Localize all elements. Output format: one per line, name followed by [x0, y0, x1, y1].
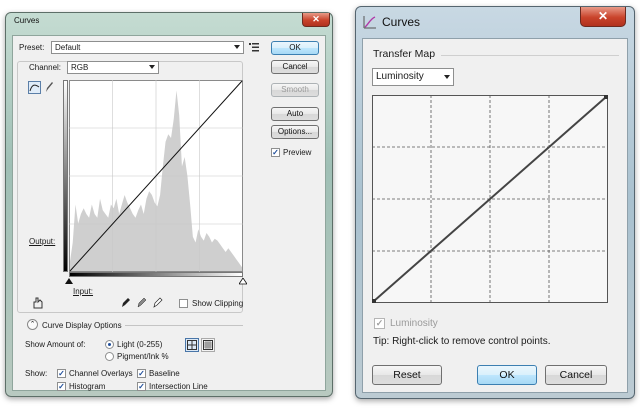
preset-value: Default	[55, 43, 81, 52]
gray-eyedropper-icon[interactable]	[137, 296, 147, 308]
luminosity-checkbox[interactable]: ✓	[374, 318, 385, 329]
detailed-grid-button[interactable]	[201, 338, 215, 352]
pigment-radio[interactable]	[105, 352, 114, 361]
window-title: Curves	[14, 16, 40, 25]
chevron-down-icon	[234, 45, 240, 49]
dialog-client: Transfer Map Luminosity ✓ Luminosity Tip…	[362, 38, 628, 393]
options-button[interactable]: Options...	[271, 125, 319, 139]
luminosity-check-label: Luminosity	[390, 318, 438, 329]
collapse-button[interactable]: ⌃	[27, 319, 38, 330]
curves-app-icon	[363, 16, 376, 29]
pencil-icon[interactable]	[44, 81, 54, 93]
simple-grid-button[interactable]	[185, 338, 199, 352]
chevron-down-icon	[444, 75, 450, 79]
channel-overlays-checkbox[interactable]: ✓	[57, 369, 66, 378]
chevron-down-icon	[149, 65, 155, 69]
light-label: Light (0-255)	[117, 340, 163, 349]
preview-label: Preview	[283, 148, 312, 157]
close-icon: ✕	[312, 14, 320, 24]
white-point-slider[interactable]	[239, 278, 247, 285]
transfer-map-graph[interactable]	[372, 95, 608, 303]
hand-adjust-icon[interactable]	[31, 296, 45, 310]
divider	[125, 325, 243, 326]
intersection-line-checkbox[interactable]: ✓	[137, 382, 146, 391]
channel-overlays-label: Channel Overlays	[69, 369, 133, 378]
histogram-label: Histogram	[69, 382, 106, 391]
cancel-button[interactable]: Cancel	[545, 365, 607, 385]
input-gradient-bar	[69, 272, 243, 277]
intersection-line-label: Intersection Line	[149, 382, 208, 391]
dropdown-value: Luminosity	[376, 71, 424, 82]
check-icon: ✓	[138, 369, 145, 378]
channel-value: RGB	[71, 63, 89, 72]
show-amount-label: Show Amount of:	[25, 340, 86, 349]
luminosity-dropdown[interactable]: Luminosity	[372, 68, 454, 86]
baseline-checkbox[interactable]: ✓	[137, 369, 146, 378]
reset-button[interactable]: Reset	[372, 365, 442, 385]
window-title: Curves	[382, 15, 421, 29]
check-icon: ✓	[375, 318, 384, 328]
preset-select[interactable]: Default	[51, 41, 244, 54]
curve-tool-icon	[29, 84, 40, 92]
white-eyedropper-icon[interactable]	[153, 296, 163, 308]
preset-label: Preset:	[19, 43, 45, 52]
channel-label: Channel:	[29, 63, 62, 72]
close-button[interactable]: ✕	[580, 7, 626, 27]
preset-menu-icon[interactable]	[249, 43, 259, 52]
grid-10-icon	[203, 340, 213, 350]
histogram-checkbox[interactable]: ✓	[57, 382, 66, 391]
output-gradient-bar	[63, 80, 68, 272]
cancel-button[interactable]: Cancel	[271, 60, 319, 74]
light-radio[interactable]	[105, 340, 114, 349]
close-icon: ✕	[597, 9, 609, 23]
show-label: Show:	[25, 369, 48, 378]
control-point-end[interactable]	[604, 95, 608, 99]
check-icon: ✓	[272, 148, 279, 157]
smooth-button[interactable]: Smooth	[271, 83, 319, 97]
transfer-map-label: Transfer Map	[373, 48, 436, 60]
ok-button[interactable]: OK	[477, 365, 537, 385]
dialog-client: Preset: Default Channel: RGB Output: Inp…	[12, 35, 326, 391]
collapse-icon: ⌃	[29, 321, 36, 328]
curves-dialog-photoshop: Curves ✕ Preset: Default Channel: RGB Ou…	[5, 12, 333, 397]
check-icon: ✓	[138, 382, 145, 391]
input-label: Input:	[73, 287, 94, 296]
tip-text: Tip: Right-click to remove control point…	[373, 336, 551, 347]
preview-checkbox[interactable]: ✓	[271, 148, 280, 157]
group-divider	[441, 55, 619, 56]
curve-display-options-label: Curve Display Options	[42, 321, 122, 330]
black-point-slider[interactable]	[65, 278, 73, 285]
show-clipping-label: Show Clipping	[192, 299, 244, 308]
curves-dialog-transfer-map: Curves ✕ Transfer Map Luminosity ✓ Lumin…	[355, 6, 635, 399]
ok-button[interactable]: OK	[271, 41, 319, 55]
channel-select[interactable]: RGB	[67, 61, 159, 74]
black-eyedropper-icon[interactable]	[121, 296, 131, 308]
pigment-label: Pigment/Ink %	[117, 352, 169, 361]
check-icon: ✓	[58, 382, 65, 391]
grid-4-icon	[187, 340, 197, 350]
curves-graph[interactable]	[69, 80, 243, 272]
control-point-start[interactable]	[372, 299, 376, 303]
show-clipping-checkbox[interactable]	[179, 299, 188, 308]
close-button[interactable]: ✕	[302, 13, 330, 27]
curve-point-tool[interactable]	[28, 81, 41, 94]
baseline-label: Baseline	[149, 369, 180, 378]
check-icon: ✓	[58, 369, 65, 378]
output-label: Output:	[29, 237, 56, 246]
auto-button[interactable]: Auto	[271, 107, 319, 121]
